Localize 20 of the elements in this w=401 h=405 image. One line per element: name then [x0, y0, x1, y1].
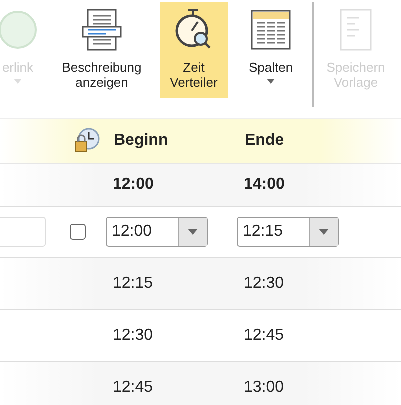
input-field[interactable]: [0, 217, 46, 247]
table-cell-text: 12:15: [113, 274, 154, 292]
table-cell: 13:00: [244, 378, 284, 396]
clock-lock-icon: [74, 128, 100, 154]
column-header: Ende: [245, 132, 284, 150]
table-cell: 14:00: [244, 176, 285, 194]
ribbon-button[interactable]: Spalten: [238, 2, 304, 98]
caret-icon: [188, 229, 198, 235]
ribbon-button[interactable]: Beschreibung anzeigen: [50, 2, 154, 98]
table-cell: 12:30: [244, 274, 284, 292]
checkbox[interactable]: [70, 224, 86, 240]
table-cell: 12:45: [244, 326, 284, 344]
table-cell-text: 12:30: [113, 326, 154, 344]
caret-icon: [319, 229, 329, 235]
time-dropdown[interactable]: 12:15: [237, 217, 339, 247]
table-cell-text: 12:45: [113, 378, 154, 396]
ribbon-button[interactable]: Zeit Verteiler: [160, 2, 228, 98]
time-dropdown[interactable]: 12:00: [106, 217, 208, 247]
table-cell-text: 12:00: [113, 176, 155, 194]
column-header: Beginn: [114, 132, 170, 150]
